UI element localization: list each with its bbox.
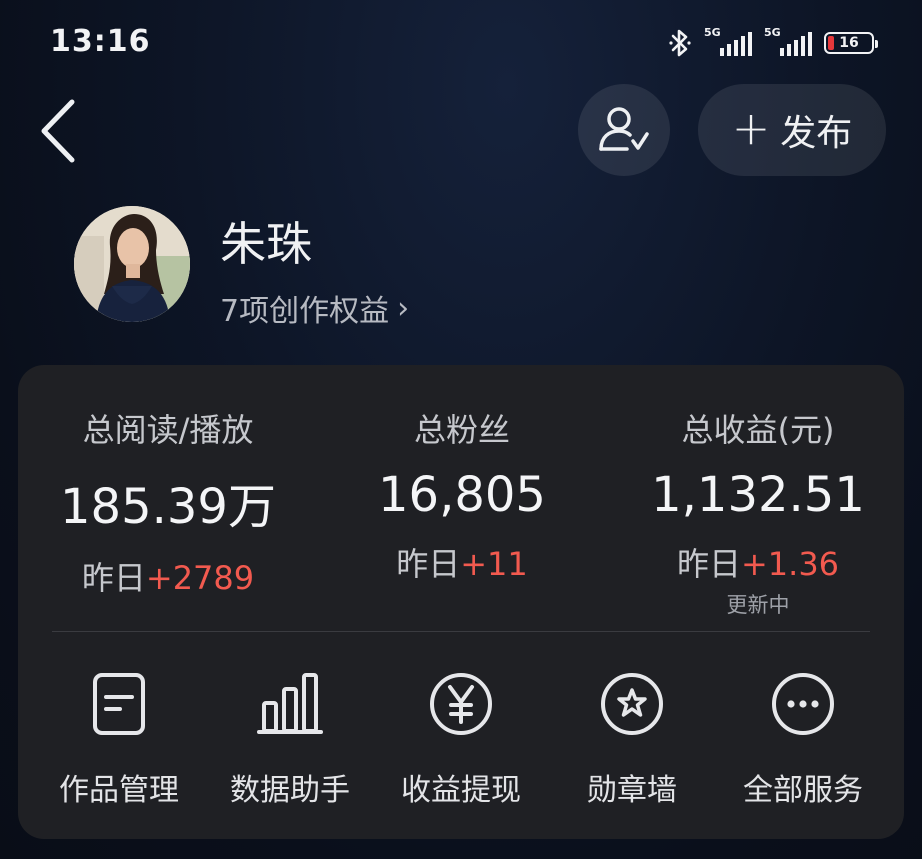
service-label: 收益提现 — [401, 773, 521, 808]
stat-value: 16,805 — [378, 467, 546, 523]
creator-benefits-link[interactable]: 7项创作权益 › — [220, 286, 409, 330]
chevron-left-icon — [41, 99, 75, 163]
service-works-management[interactable]: 作品管理 — [34, 669, 204, 809]
stat-delta-value: +2789 — [145, 559, 255, 597]
stat-value: 1,132.51 — [651, 467, 865, 523]
stat-delta-value: +11 — [460, 545, 528, 583]
stat-delta: 昨日+11 — [342, 539, 582, 585]
bar-chart-icon — [257, 673, 323, 734]
avatar-image — [74, 206, 190, 322]
stat-label: 总粉丝 — [413, 411, 510, 449]
stat-delta: 昨日+1.36 — [638, 539, 878, 585]
signal-icon: 5G — [704, 26, 752, 56]
stat-delta-prefix: 昨日 — [81, 559, 146, 597]
bluetooth-icon — [669, 29, 691, 57]
stat-value: 185.39万 — [60, 479, 276, 535]
creator-stats-card: 总阅读/播放 185.39万 昨日+2789 总粉丝 16,805 昨日+11 … — [18, 365, 904, 839]
stat-total-earnings[interactable]: 总收益(元) 1,132.51 昨日+1.36 更新中 — [638, 405, 878, 619]
stat-delta: 昨日+2789 — [48, 553, 288, 599]
service-grid: 作品管理 数据助手 收益提现 勋章墙 全部服务 — [18, 669, 904, 809]
stat-total-fans[interactable]: 总粉丝 16,805 昨日+11 — [342, 405, 582, 585]
signal-2-label: 5G — [764, 26, 781, 39]
chevron-right-icon: › — [397, 290, 410, 326]
badge-icon — [601, 673, 663, 735]
publish-button[interactable]: + 发布 — [698, 84, 886, 176]
signal-1-label: 5G — [704, 26, 721, 39]
battery-icon: 16 — [824, 32, 878, 54]
battery-level-text: 16 — [839, 35, 859, 51]
service-label: 全部服务 — [743, 773, 863, 808]
updating-note: 更新中 — [726, 593, 790, 617]
stat-label: 总阅读/播放 — [82, 411, 254, 449]
publish-label: 发布 — [780, 113, 853, 154]
stat-delta-value: +1.36 — [740, 545, 840, 583]
stat-label: 总收益(元) — [681, 411, 835, 449]
service-data-assistant[interactable]: 数据助手 — [205, 669, 375, 809]
service-badge-wall[interactable]: 勋章墙 — [547, 669, 717, 809]
service-all-services[interactable]: 全部服务 — [718, 669, 888, 809]
stat-delta-prefix: 昨日 — [396, 545, 461, 583]
service-label: 勋章墙 — [587, 773, 677, 808]
status-bar: 13:16 5G 5G 16 — [0, 0, 922, 84]
service-label: 数据助手 — [230, 773, 350, 808]
service-earnings-withdraw[interactable]: 收益提现 — [376, 669, 546, 809]
plus-icon: + — [731, 101, 771, 155]
service-label: 作品管理 — [59, 773, 179, 808]
divider — [52, 631, 870, 632]
avatar[interactable] — [74, 206, 190, 322]
back-button[interactable] — [34, 96, 90, 166]
signal-icon: 5G — [764, 26, 812, 56]
document-icon — [93, 673, 145, 735]
more-icon — [772, 673, 834, 735]
username: 朱珠 — [220, 217, 312, 271]
user-check-icon — [599, 107, 649, 151]
status-icons: 5G 5G 16 — [668, 26, 878, 60]
yen-icon — [430, 673, 492, 735]
stat-delta-prefix: 昨日 — [676, 545, 741, 583]
creator-benefits-label: 7项创作权益 — [220, 294, 390, 329]
status-time: 13:16 — [50, 24, 151, 59]
stat-total-views[interactable]: 总阅读/播放 185.39万 昨日+2789 — [48, 405, 288, 599]
follow-status-button[interactable] — [578, 84, 670, 176]
